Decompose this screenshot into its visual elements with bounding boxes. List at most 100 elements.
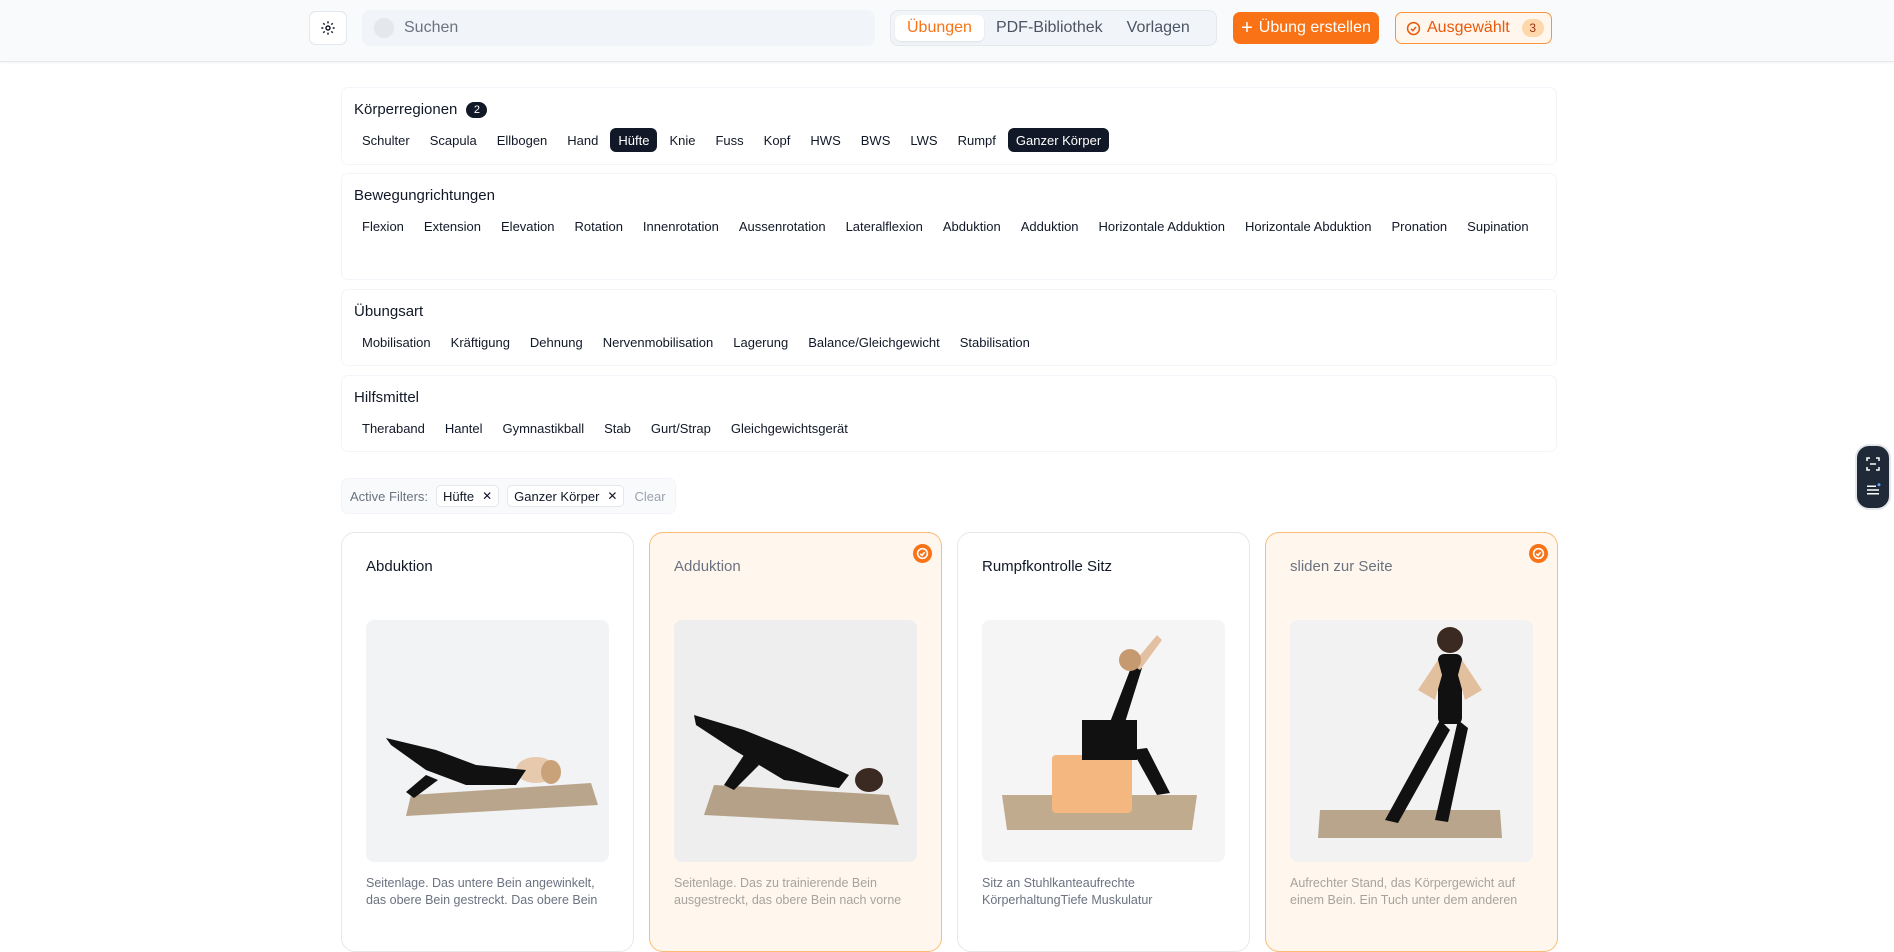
chip-movement-aussenrotation[interactable]: Aussenrotation (731, 214, 834, 238)
selected-button[interactable]: Ausgewählt 3 (1395, 12, 1552, 44)
create-exercise-label: Übung erstellen (1258, 19, 1371, 36)
chip-aids-gurt-strap[interactable]: Gurt/Strap (643, 416, 719, 440)
active-filter-label: Hüfte (443, 488, 475, 504)
top-bar: Übungen PDF-Bibliothek Vorlagen + Übung … (0, 0, 1894, 62)
panel-title: Bewegungrichtungen (354, 187, 495, 204)
chip-movement-horizontale-adduktion[interactable]: Horizontale Adduktion (1091, 214, 1233, 238)
chip-movement-supination[interactable]: Supination (1459, 214, 1536, 238)
scan-icon[interactable] (1864, 455, 1882, 473)
movement-title: Bewegungrichtungen (354, 187, 495, 204)
chip-movement-innenrotation[interactable]: Innenrotation (635, 214, 727, 238)
chip-body_regions-rumpf[interactable]: Rumpf (950, 128, 1004, 152)
selected-label: Ausgewählt (1427, 19, 1510, 36)
chip-movement-flexion[interactable]: Flexion (354, 214, 412, 238)
card-title: sliden zur Seite (1290, 558, 1393, 575)
chip-movement-pronation[interactable]: Pronation (1384, 214, 1456, 238)
card-title: Rumpfkontrolle Sitz (982, 558, 1113, 575)
exercise-image (674, 620, 917, 862)
exercise-card[interactable]: Adduktion Seitenlage. Das zu trainierend… (649, 532, 942, 952)
chip-type-stabilisation[interactable]: Stabilisation (952, 330, 1038, 354)
filter-panel-movement: Bewegungrichtungen Flexion Extension Eleva… (341, 173, 1557, 280)
chip-body_regions-kopf[interactable]: Kopf (756, 128, 799, 152)
filter-panel-type: Übungsart Mobilisation Kräftigung Dehnung N… (341, 289, 1557, 366)
chip-aids-hantel[interactable]: Hantel (437, 416, 491, 440)
active-filter-label: Ganzer Körper (514, 488, 600, 504)
chip-movement-horizontale-abduktion[interactable]: Horizontale Abduktion (1237, 214, 1379, 238)
search-bar[interactable] (362, 10, 875, 46)
chip-aids-stab[interactable]: Stab (596, 416, 639, 440)
panel-title: Hilfsmittel (354, 389, 419, 406)
chip-body_regions-schulter[interactable]: Schulter (354, 128, 418, 152)
tab-exercises[interactable]: Übungen (895, 15, 984, 41)
search-input[interactable] (404, 19, 844, 37)
check-circle-icon (1529, 544, 1548, 563)
list-icon[interactable] (1864, 481, 1882, 499)
chip-type-kräftigung[interactable]: Kräftigung (443, 330, 518, 354)
card-title: Abduktion (366, 558, 433, 575)
settings-button[interactable] (309, 11, 347, 45)
count-badge: 2 (466, 101, 488, 118)
chip-aids-gleichgewichtsgerät[interactable]: Gleichgewichtsgerät (723, 416, 856, 440)
aids-chips: Theraband Hantel Gymnastikball Stab Gurt/Str… (354, 416, 1544, 440)
chip-type-nervenmobilisation[interactable]: Nervenmobilisation (595, 330, 722, 354)
body-region-chips: Schulter Scapula Ellbogen Hand Hüfte Knie Fuss… (354, 128, 1544, 152)
chip-body_regions-lws[interactable]: LWS (902, 128, 945, 152)
exercise-card[interactable]: Abduktion Seitenlage. Das untere Bein an… (341, 532, 634, 952)
active-filter-chip[interactable]: Hüfte ✕ (436, 485, 500, 507)
card-description: Seitenlage. Das zu trainierende Bein aus… (674, 876, 902, 907)
body-regions-title: Körperregionen (354, 101, 458, 118)
chip-movement-rotation[interactable]: Rotation (567, 214, 631, 238)
selected-count-badge: 3 (1521, 19, 1544, 37)
check-circle-icon (913, 544, 932, 563)
filter-panel-aids: Hilfsmittel Theraband Hantel Gymnastikball… (341, 375, 1557, 452)
exercise-image (1290, 620, 1533, 862)
chip-type-lagerung[interactable]: Lagerung (725, 330, 796, 354)
create-exercise-button[interactable]: + Übung erstellen (1233, 12, 1379, 44)
filter-panel-body-regions: Körperregionen 2 Schulter Scapula Ellbogen… (341, 87, 1557, 165)
type-chips: Mobilisation Kräftigung Dehnung Nervenmobil… (354, 330, 1544, 354)
exercise-image (366, 620, 609, 862)
chip-body_regions-scapula[interactable]: Scapula (422, 128, 485, 152)
plus-icon: + (1241, 17, 1253, 39)
tab-templates[interactable]: Vorlagen (1115, 15, 1202, 41)
active-filters-label: Active Filters: (350, 488, 429, 504)
chip-body_regions-hand[interactable]: Hand (559, 128, 606, 152)
chip-body_regions-fuss[interactable]: Fuss (707, 128, 751, 152)
chip-movement-adduktion[interactable]: Adduktion (1013, 214, 1087, 238)
chip-body_regions-hüfte[interactable]: Hüfte (610, 128, 658, 152)
type-title: Übungsart (354, 303, 424, 320)
close-icon[interactable]: ✕ (607, 489, 617, 503)
exercise-card[interactable]: sliden zur Seite Aufrechter Stand, das K… (1265, 532, 1558, 952)
chip-type-dehnung[interactable]: Dehnung (522, 330, 591, 354)
exercise-image (982, 620, 1225, 862)
chip-aids-theraband[interactable]: Theraband (354, 416, 433, 440)
chip-movement-extension[interactable]: Extension (416, 214, 489, 238)
chip-body_regions-hws[interactable]: HWS (802, 128, 848, 152)
chip-body_regions-ganzer-körper[interactable]: Ganzer Körper (1007, 128, 1110, 152)
close-icon[interactable]: ✕ (482, 489, 492, 503)
movement-chips: Flexion Extension Elevation Rotation Innenro… (354, 214, 1544, 238)
card-description: Seitenlage. Das untere Bein angewinkelt,… (366, 876, 598, 907)
card-description: Aufrechter Stand, das Körpergewicht auf … (1290, 876, 1518, 907)
chip-movement-lateralflexion[interactable]: Lateralflexion (838, 214, 931, 238)
check-circle-icon (1406, 21, 1421, 35)
chip-movement-elevation[interactable]: Elevation (493, 214, 562, 238)
chip-body_regions-knie[interactable]: Knie (661, 128, 703, 152)
tab-pdf-library[interactable]: PDF-Bibliothek (984, 15, 1115, 41)
chip-type-balance-gleichgewicht[interactable]: Balance/Gleichgewicht (800, 330, 948, 354)
settings-icon (321, 21, 335, 35)
chip-type-mobilisation[interactable]: Mobilisation (354, 330, 439, 354)
aids-title: Hilfsmittel (354, 389, 420, 406)
chip-body_regions-ellbogen[interactable]: Ellbogen (489, 128, 556, 152)
chip-movement-abduktion[interactable]: Abduktion (935, 214, 1009, 238)
panel-title: Übungsart (354, 303, 423, 320)
clear-filters-button[interactable]: Clear (634, 489, 665, 504)
active-filter-chip[interactable]: Ganzer Körper ✕ (507, 485, 625, 507)
search-icon (374, 18, 394, 38)
card-title: Adduktion (674, 558, 741, 575)
floating-toolbar (1855, 444, 1891, 510)
exercise-card[interactable]: Rumpfkontrolle Sitz Sitz an Stuhlkanteau… (957, 532, 1250, 952)
chip-aids-gymnastikball[interactable]: Gymnastikball (494, 416, 592, 440)
panel-title: Körperregionen 2 (354, 101, 488, 118)
chip-body_regions-bws[interactable]: BWS (853, 128, 899, 152)
